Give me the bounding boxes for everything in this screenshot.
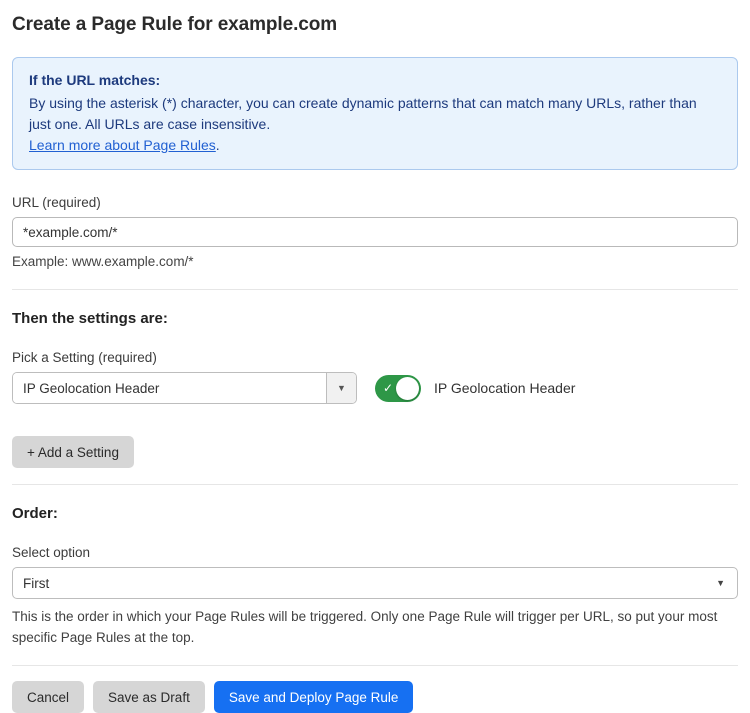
url-match-info-box: If the URL matches: By using the asteris…: [12, 57, 738, 170]
check-icon: ✓: [383, 382, 393, 394]
url-field-label: URL (required): [12, 195, 738, 210]
setting-select-arrow-button[interactable]: ▼: [326, 373, 356, 403]
footer-action-bar: Cancel Save as Draft Save and Deploy Pag…: [12, 681, 738, 713]
order-select-value: First: [23, 576, 49, 591]
url-field-helper: Example: www.example.com/*: [12, 254, 738, 269]
divider: [12, 665, 738, 666]
chevron-down-icon: ▼: [716, 578, 725, 588]
add-setting-button[interactable]: + Add a Setting: [12, 436, 134, 468]
chevron-down-icon: ▼: [337, 383, 346, 393]
order-select[interactable]: First ▼: [12, 567, 738, 599]
info-box-heading: If the URL matches:: [29, 70, 721, 91]
order-helper-text: This is the order in which your Page Rul…: [12, 606, 738, 648]
url-field-block: URL (required) Example: www.example.com/…: [12, 195, 738, 269]
info-box-body: By using the asterisk (*) character, you…: [29, 93, 721, 135]
divider: [12, 484, 738, 485]
page-rule-form: Create a Page Rule for example.com If th…: [0, 0, 750, 713]
setting-select-value: IP Geolocation Header: [13, 373, 326, 403]
divider: [12, 289, 738, 290]
order-section-heading: Order:: [12, 505, 738, 522]
url-input[interactable]: [12, 217, 738, 247]
toggle-knob: [396, 377, 419, 400]
settings-section-heading: Then the settings are:: [12, 310, 738, 327]
setting-select[interactable]: IP Geolocation Header ▼: [12, 372, 357, 404]
geolocation-toggle-wrap: ✓ IP Geolocation Header: [375, 375, 575, 402]
cancel-button[interactable]: Cancel: [12, 681, 84, 713]
link-suffix: .: [216, 137, 220, 153]
save-as-draft-button[interactable]: Save as Draft: [93, 681, 205, 713]
geolocation-toggle-label: IP Geolocation Header: [434, 380, 575, 396]
setting-picker-row: IP Geolocation Header ▼ ✓ IP Geolocation…: [12, 372, 738, 404]
page-title: Create a Page Rule for example.com: [12, 14, 738, 36]
order-select-label: Select option: [12, 545, 738, 560]
setting-picker-label: Pick a Setting (required): [12, 350, 738, 365]
save-and-deploy-button[interactable]: Save and Deploy Page Rule: [214, 681, 414, 713]
learn-more-link[interactable]: Learn more about Page Rules: [29, 137, 216, 153]
geolocation-toggle[interactable]: ✓: [375, 375, 421, 402]
info-box-link-line: Learn more about Page Rules.: [29, 135, 721, 156]
